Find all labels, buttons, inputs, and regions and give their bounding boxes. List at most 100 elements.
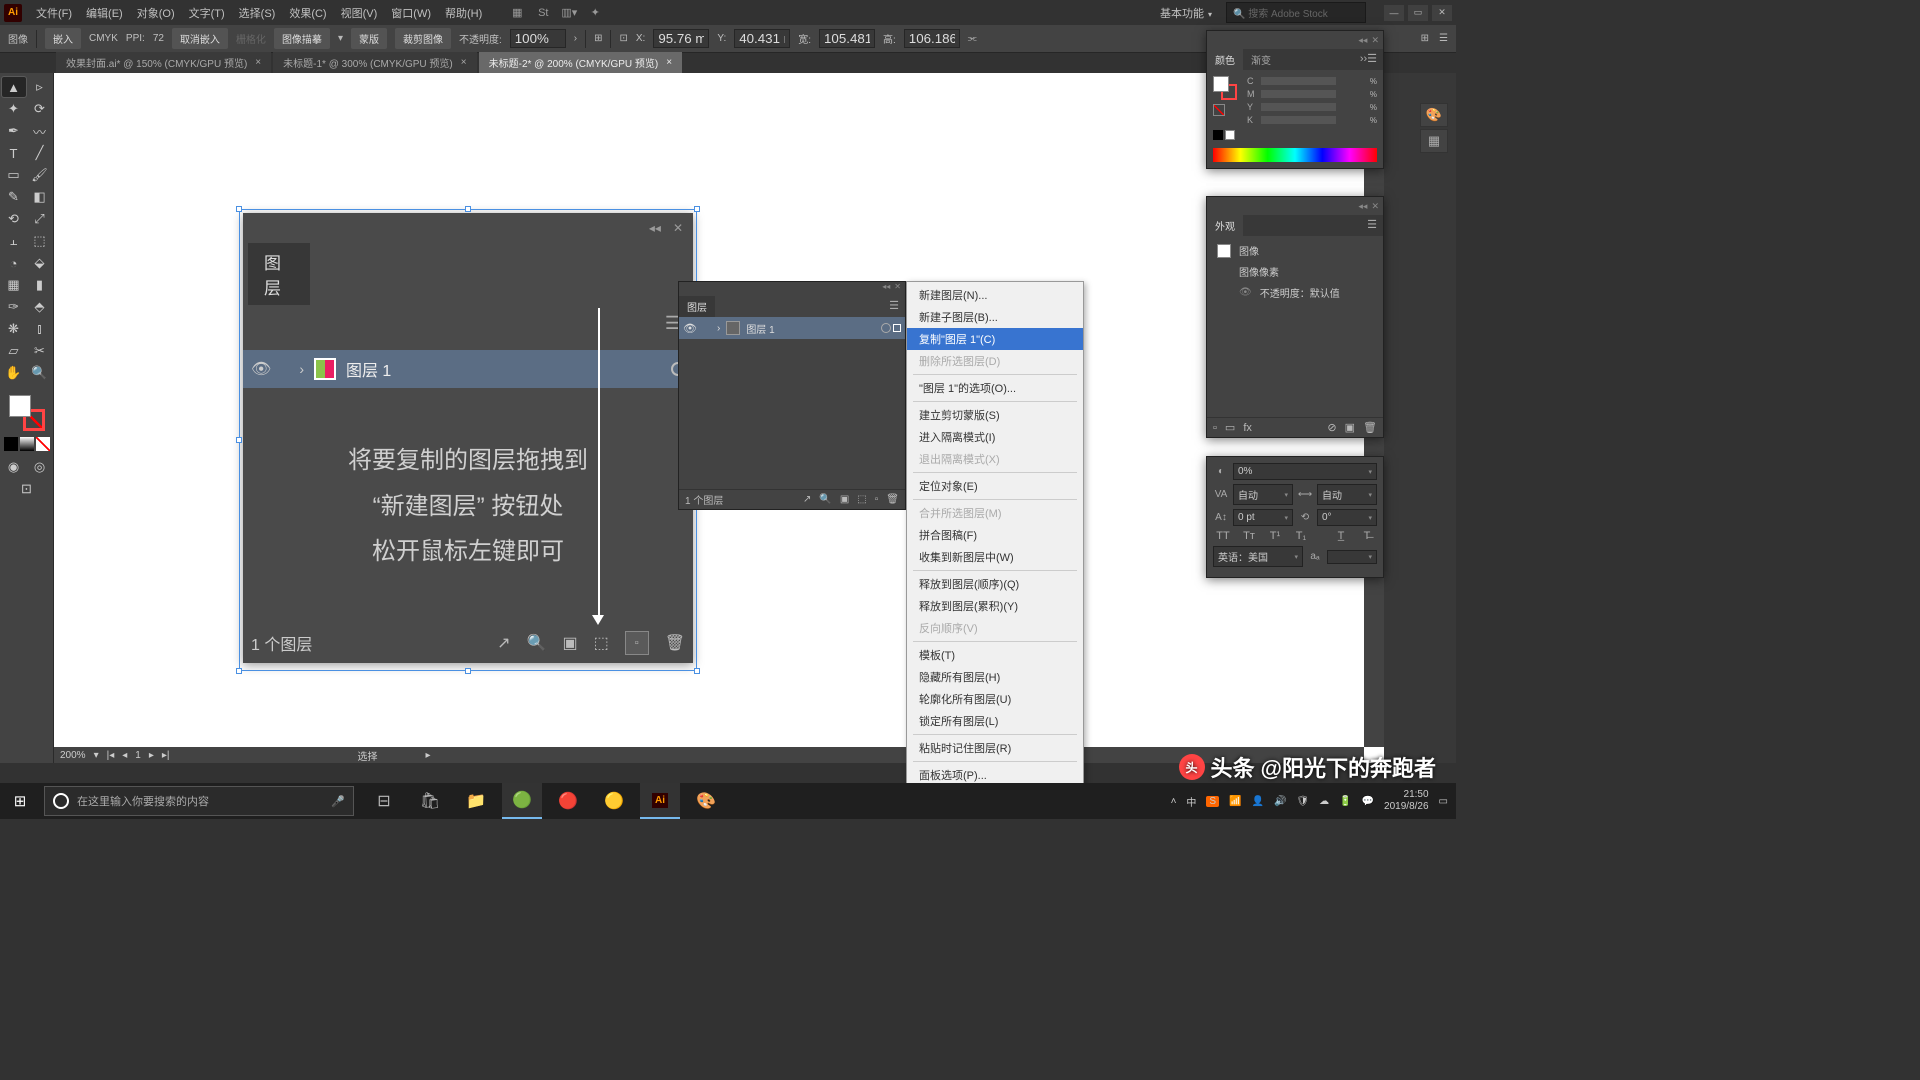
layers-tab[interactable]: 图层 — [679, 296, 715, 317]
context-menu-item[interactable]: 释放到图层(累积)(Y) — [907, 595, 1083, 617]
tray-up-icon[interactable]: ˄ — [1171, 796, 1177, 807]
appear-dup-icon[interactable]: ▣ — [1345, 421, 1355, 434]
maximize-button[interactable]: ▭ — [1408, 5, 1428, 21]
shape-builder-tool[interactable]: ◔ — [2, 253, 26, 273]
y-field[interactable] — [734, 29, 790, 48]
context-menu-item[interactable]: 收集到新图层中(W) — [907, 546, 1083, 568]
stock-icon[interactable]: St — [534, 4, 552, 22]
paint-icon[interactable]: 🎨 — [686, 783, 726, 819]
task-view-icon[interactable]: ⊟ — [364, 783, 404, 819]
locate-icon[interactable]: ↗ — [497, 633, 510, 653]
context-menu-item[interactable]: 锁定所有图层(L) — [907, 710, 1083, 732]
draw-mode-normal[interactable]: ◉ — [2, 457, 26, 477]
panel-collapse-icon[interactable]: ◂◂ — [1358, 35, 1367, 46]
sogou-icon[interactable]: S — [1206, 796, 1219, 807]
context-menu-item[interactable]: 拼合图稿(F) — [907, 524, 1083, 546]
panel-close-icon[interactable]: ✕ — [1371, 201, 1379, 212]
appear-row-opacity[interactable]: 👁不透明度：默认值 — [1211, 282, 1379, 303]
menu-object[interactable]: 对象(O) — [131, 2, 181, 24]
trace-button[interactable]: 图像描摹 — [274, 28, 330, 49]
tab-2-close[interactable]: × — [461, 57, 467, 68]
opacity-arrow[interactable]: › — [574, 33, 577, 44]
panel-close-icon[interactable]: ✕ — [673, 221, 683, 235]
visibility-icon[interactable]: 👁 — [683, 322, 697, 335]
status-menu-icon[interactable]: ▸ — [425, 750, 430, 761]
new-layer-icon[interactable]: ▫ — [875, 494, 879, 505]
align-icon[interactable]: ⊞ — [594, 33, 602, 44]
gradient-tool[interactable]: ▮ — [28, 275, 52, 295]
free-transform-tool[interactable]: ⬚ — [28, 231, 52, 251]
panel-collapse-icon[interactable]: ◂◂ — [649, 221, 661, 235]
menu-window[interactable]: 窗口(W) — [385, 2, 437, 24]
minimize-button[interactable]: — — [1384, 5, 1404, 21]
tab-1[interactable]: 效果封面.ai* @ 150% (CMYK/GPU 预览)× — [56, 52, 271, 73]
locate-icon[interactable]: ↗ — [803, 494, 811, 505]
workspace-switcher[interactable]: 基本功能 — [1154, 3, 1218, 23]
taskbar-search[interactable]: 在这里输入你要搜索的内容 🎤 — [44, 786, 354, 816]
delete-layer-icon[interactable]: 🗑 — [886, 494, 899, 505]
context-menu-item[interactable]: 粘贴时记住图层(R) — [907, 737, 1083, 759]
unembed-button[interactable]: 取消嵌入 — [172, 28, 228, 49]
width-tool[interactable]: ⫠ — [2, 231, 26, 251]
slice-tool[interactable]: ✂ — [28, 341, 52, 361]
expand-icon[interactable]: › — [299, 361, 304, 377]
crop-button[interactable]: 裁剪图像 — [395, 28, 451, 49]
symbol-sprayer-tool[interactable]: ❋ — [2, 319, 26, 339]
context-menu-item[interactable]: 释放到图层(顺序)(Q) — [907, 573, 1083, 595]
white-swatch[interactable] — [1225, 130, 1235, 140]
language-field[interactable]: 英语：美国 — [1213, 546, 1303, 567]
smallcaps-button[interactable]: Tᴛ — [1239, 530, 1259, 542]
x-field[interactable] — [653, 29, 709, 48]
antialiasing-field[interactable] — [1327, 550, 1377, 564]
m-slider[interactable] — [1261, 90, 1336, 98]
bridge-icon[interactable]: ▦ — [508, 4, 526, 22]
allcaps-button[interactable]: TT — [1213, 530, 1233, 542]
tab-1-close[interactable]: × — [255, 57, 261, 68]
tray-volume-icon[interactable]: 🔊 — [1274, 796, 1286, 807]
tray-people-icon[interactable]: 👤 — [1252, 796, 1264, 807]
panel-fill-stroke[interactable] — [1213, 76, 1237, 100]
appear-trash-icon[interactable]: 🗑 — [1363, 421, 1377, 434]
ime-indicator[interactable]: 中 — [1186, 794, 1196, 809]
color-spectrum[interactable] — [1213, 148, 1377, 162]
c-slider[interactable] — [1261, 77, 1336, 85]
browser-icon[interactable]: 🟢 — [502, 783, 542, 819]
panel-close-icon[interactable]: ✕ — [1371, 35, 1379, 46]
new-layer-button[interactable]: ▫ — [625, 631, 649, 655]
panel-collapse-icon[interactable]: ◂◂ — [882, 282, 890, 296]
char-opacity-field[interactable]: 0% — [1233, 463, 1377, 480]
blend-tool[interactable]: ⬘ — [28, 297, 52, 317]
panel-menu-icon[interactable]: ☰ — [1361, 215, 1383, 236]
panel-toggle-icon[interactable]: ☰ — [1439, 33, 1448, 44]
menu-view[interactable]: 视图(V) — [335, 2, 384, 24]
tab-2[interactable]: 未标题-1* @ 300% (CMYK/GPU 预览)× — [273, 52, 476, 73]
rotation-field[interactable]: 0° — [1317, 509, 1377, 526]
clock[interactable]: 21:502019/8/26 — [1384, 789, 1429, 813]
panel-collapse-icon[interactable]: ◂◂ — [1358, 201, 1367, 212]
panel-close-icon[interactable]: ✕ — [894, 282, 901, 296]
selection-tool[interactable]: ▲ — [2, 77, 26, 97]
clip-mask-icon[interactable]: ▣ — [562, 633, 577, 653]
panel-menu-icon[interactable]: ☰ — [883, 296, 905, 315]
embed-button[interactable]: 嵌入 — [45, 28, 81, 49]
sublayer-icon[interactable]: ⬚ — [857, 494, 866, 505]
clip-mask-icon[interactable]: ▣ — [840, 494, 849, 505]
menu-select[interactable]: 选择(S) — [233, 2, 282, 24]
gpu-icon[interactable]: ✦ — [586, 4, 604, 22]
app-icon[interactable]: 🟡 — [594, 783, 634, 819]
appear-fx-icon[interactable]: fx — [1243, 422, 1252, 434]
appear-stroke-icon[interactable]: ▭ — [1225, 421, 1235, 434]
superscript-button[interactable]: T¹ — [1265, 530, 1285, 542]
line-tool[interactable]: ╱ — [28, 143, 52, 163]
tray-cloud-icon[interactable]: ☁ — [1319, 796, 1329, 807]
appearance-tab[interactable]: 外观 — [1207, 215, 1243, 236]
fill-swatch[interactable] — [9, 395, 31, 417]
mask-button[interactable]: 蒙版 — [351, 28, 387, 49]
underline-button[interactable]: T̲ — [1331, 530, 1351, 542]
menu-file[interactable]: 文件(F) — [30, 2, 78, 24]
scale-tool[interactable]: ⤢ — [28, 209, 52, 229]
eraser-tool[interactable]: ◧ — [28, 187, 52, 207]
curvature-tool[interactable]: 〰 — [28, 121, 52, 141]
context-menu-item[interactable]: 复制"图层 1"(C) — [907, 328, 1083, 350]
perspective-tool[interactable]: ⬙ — [28, 253, 52, 273]
